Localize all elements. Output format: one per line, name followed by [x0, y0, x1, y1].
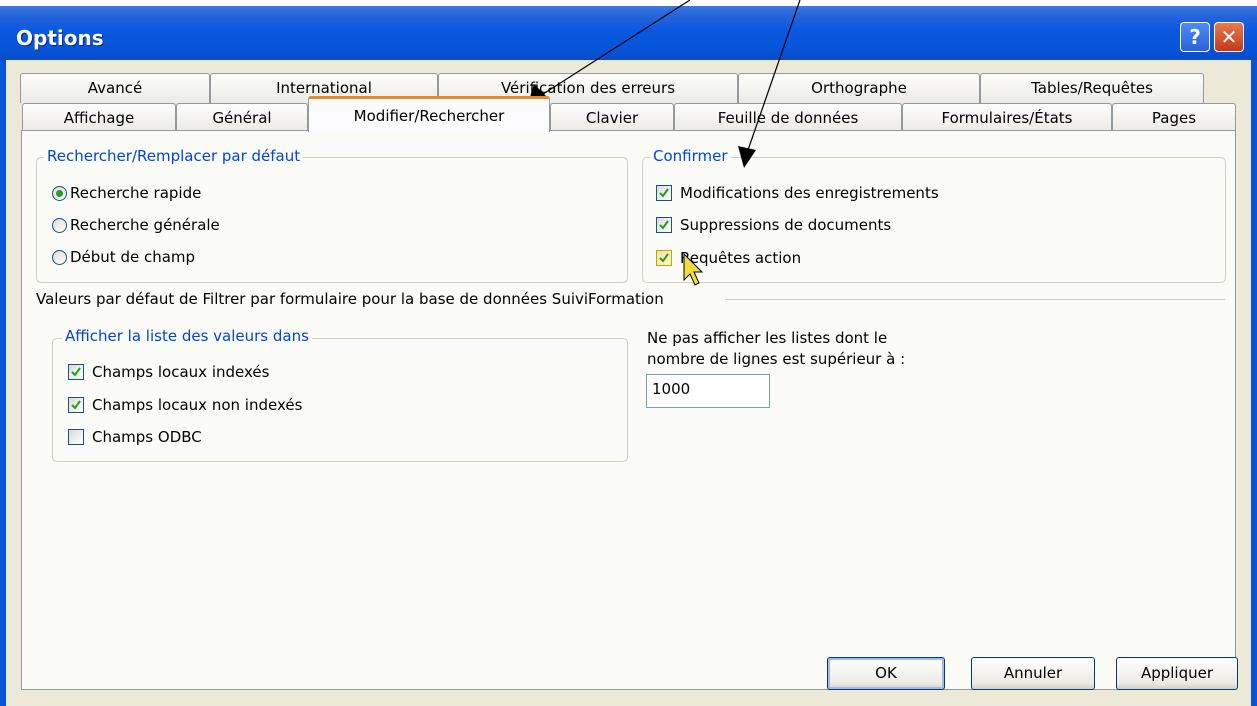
tab-formulaires-etats[interactable]: Formulaires/États	[902, 103, 1112, 131]
checkbox-label-champs-locaux-non-indexes[interactable]: Champs locaux non indexés	[92, 396, 302, 414]
ok-button[interactable]: OK	[827, 657, 945, 690]
title-bar[interactable]: Options ? ✕	[0, 0, 1257, 60]
checkbox-requetes-action[interactable]	[656, 250, 672, 266]
list-values-legend: Afficher la liste des valeurs dans	[62, 327, 312, 345]
checkbox-suppressions[interactable]	[656, 217, 672, 233]
tab-affichage[interactable]: Affichage	[22, 103, 176, 131]
confirm-legend: Confirmer	[650, 147, 731, 165]
checkbox-label-suppressions[interactable]: Suppressions de documents	[680, 216, 891, 234]
tab-orthographe[interactable]: Orthographe	[738, 73, 980, 103]
help-button[interactable]: ?	[1180, 22, 1210, 52]
tab-avance[interactable]: Avancé	[20, 73, 210, 103]
radio-label-recherche-generale[interactable]: Recherche générale	[70, 216, 220, 234]
checkbox-label-requetes-action[interactable]: Requêtes action	[680, 249, 801, 267]
close-button[interactable]: ✕	[1214, 22, 1244, 52]
cancel-button[interactable]: Annuler	[971, 657, 1095, 690]
checkbox-champs-odbc[interactable]	[68, 429, 84, 445]
radio-recherche-generale[interactable]	[52, 218, 67, 233]
tab-pages[interactable]: Pages	[1112, 103, 1236, 131]
checkbox-champs-locaux-indexes[interactable]	[68, 364, 84, 380]
options-dialog: Options ? ✕ Avancé International Vérific…	[0, 0, 1257, 706]
filter-section-heading: Valeurs par défaut de Filtrer par formul…	[36, 290, 664, 308]
tab-general[interactable]: Général	[176, 103, 308, 131]
checkbox-label-champs-locaux-indexes[interactable]: Champs locaux indexés	[92, 363, 269, 381]
checkbox-modifications[interactable]	[656, 185, 672, 201]
checkmark-icon	[659, 253, 669, 263]
radio-selected-dot	[56, 190, 63, 197]
checkmark-icon	[71, 367, 81, 377]
checkmark-icon	[659, 220, 669, 230]
search-replace-legend: Rechercher/Remplacer par défaut	[44, 147, 304, 165]
max-rows-input[interactable]: 1000	[646, 374, 770, 408]
filter-section-separator	[725, 299, 1225, 300]
checkbox-champs-locaux-non-indexes[interactable]	[68, 397, 84, 413]
close-icon: ✕	[1220, 25, 1238, 49]
tab-feuille-de-donnees[interactable]: Feuille de données	[674, 103, 902, 131]
help-icon: ?	[1189, 25, 1201, 49]
checkbox-label-champs-odbc[interactable]: Champs ODBC	[92, 428, 202, 446]
limit-label-line1: Ne pas afficher les listes dont le	[647, 329, 888, 347]
checkmark-icon	[659, 188, 669, 198]
tab-modifier-rechercher[interactable]: Modifier/Rechercher	[308, 96, 550, 132]
limit-label-line2: nombre de lignes est supérieur à :	[647, 350, 906, 368]
checkbox-label-modifications[interactable]: Modifications des enregistrements	[680, 184, 939, 202]
radio-debut-de-champ[interactable]	[52, 250, 67, 265]
radio-recherche-rapide[interactable]	[52, 186, 67, 201]
window-title: Options	[16, 26, 104, 50]
window-frame-right	[1251, 60, 1257, 706]
checkmark-icon	[71, 400, 81, 410]
tab-tables-requetes[interactable]: Tables/Requêtes	[980, 73, 1204, 103]
apply-button[interactable]: Appliquer	[1116, 657, 1238, 690]
radio-label-recherche-rapide[interactable]: Recherche rapide	[70, 184, 201, 202]
tab-clavier[interactable]: Clavier	[550, 103, 674, 131]
radio-label-debut-de-champ[interactable]: Début de champ	[70, 248, 195, 266]
